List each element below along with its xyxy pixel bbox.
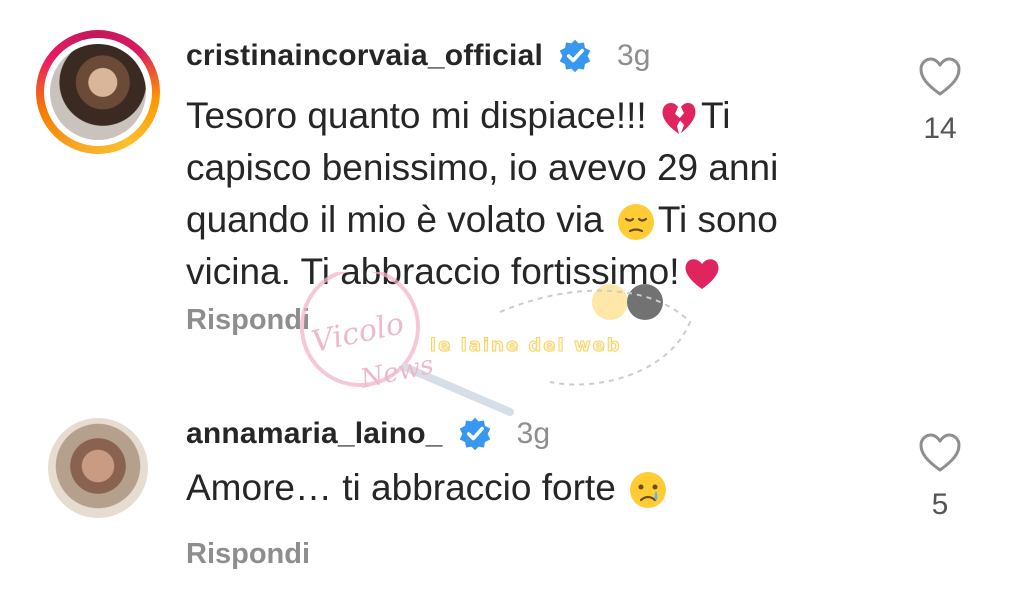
comment-header: annamaria_laino_ 3g <box>186 416 550 452</box>
avatar-ring-gap <box>44 38 152 146</box>
like-count: 5 <box>931 488 949 521</box>
crying-face-icon <box>630 472 667 509</box>
pensive-face-icon <box>617 204 654 241</box>
broken-heart-icon <box>662 103 696 135</box>
comment-text: Amore… ti abbraccio forte <box>186 462 826 514</box>
username[interactable]: cristinaincorvaia_official <box>186 39 543 73</box>
like-count: 14 <box>923 112 957 145</box>
comment-header: cristinaincorvaia_official 3g <box>186 38 650 74</box>
like-area: 5 <box>910 432 970 522</box>
avatar[interactable] <box>48 418 148 518</box>
comment-time: 3g <box>617 39 651 72</box>
comment-item: annamaria_laino_ 3g Amore… ti abbraccio … <box>0 410 1024 590</box>
comment-item: cristinaincorvaia_official 3g Tesoro qua… <box>0 28 1024 358</box>
reply-button[interactable]: Rispondi <box>186 304 310 337</box>
avatar[interactable] <box>50 44 146 140</box>
watermark-text: le laine del web <box>430 335 622 357</box>
avatar-story-ring[interactable] <box>36 30 160 154</box>
comment-time: 3g <box>516 417 551 450</box>
like-heart-icon[interactable] <box>917 56 963 98</box>
username[interactable]: annamaria_laino_ <box>186 417 443 451</box>
like-area: 14 <box>910 56 970 146</box>
comment-text: Tesoro quanto mi dispiace!!! Ti capisco … <box>186 90 826 298</box>
comment-text-part: Tesoro quanto mi dispiace!!! <box>186 95 657 136</box>
like-heart-icon[interactable] <box>917 432 963 474</box>
red-heart-icon <box>685 259 718 290</box>
comment-text-part: Amore… ti abbraccio forte <box>186 467 627 508</box>
reply-button[interactable]: Rispondi <box>186 538 310 571</box>
verified-badge-icon <box>459 417 490 451</box>
verified-badge-icon <box>559 39 591 73</box>
